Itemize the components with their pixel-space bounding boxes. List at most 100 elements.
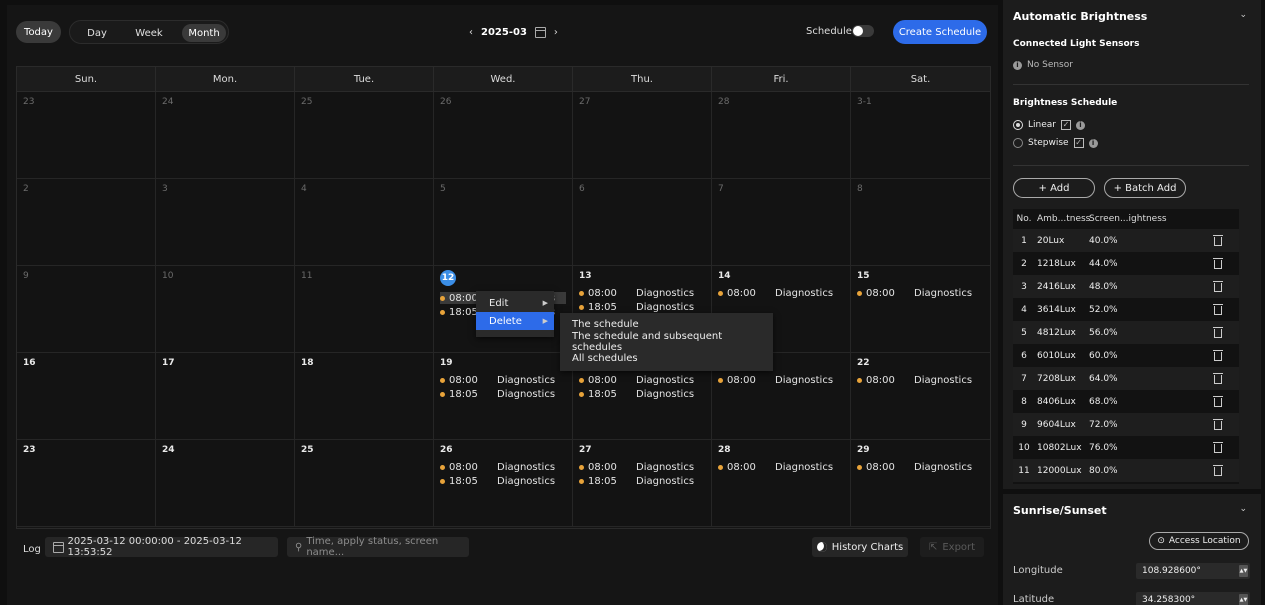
log-search-input[interactable]: ⚲ Time, apply status, screen name... [287,536,469,558]
stepwise-radio[interactable] [1013,138,1023,148]
menu-item-delete[interactable]: Delete ▶ [476,312,554,330]
day-cell[interactable]: 23 [17,92,156,179]
day-cell[interactable]: 22 08:00 Diagnostics [851,353,990,440]
sensor-status: i No Sensor [1013,60,1073,70]
schedule-event[interactable]: 08:00 Diagnostics [718,287,844,299]
day-cell[interactable]: 11 [295,266,434,353]
day-cell[interactable]: 3-1 [851,92,990,179]
weekday-0: Sun. [17,67,156,91]
edit-icon[interactable]: ✓ [1060,120,1071,130]
schedule-event[interactable]: 08:00 Diagnostics [857,461,984,473]
day-cell[interactable]: 24 [156,440,295,527]
batch-add-button[interactable]: + Batch Add [1104,178,1186,198]
calendar-icon[interactable] [534,26,546,38]
next-month-icon[interactable]: › [554,27,558,38]
schedule-event[interactable]: 18:05 Diagnostics [440,475,566,487]
schedule-toggle[interactable] [852,25,874,37]
day-cell[interactable]: 3 [156,179,295,266]
day-cell[interactable]: 27 08:00 Diagnostics 18:05 Diagnostics [573,440,712,527]
schedule-event[interactable]: 08:00 Diagnostics [579,461,705,473]
day-cell[interactable]: 15 08:00 Diagnostics [851,266,990,353]
day-cell[interactable]: 7 [712,179,851,266]
day-cell[interactable]: 26 [434,92,573,179]
today-button[interactable]: Today [16,21,61,43]
delete-row-button[interactable] [1201,327,1235,338]
event-dot-icon [579,391,584,397]
linear-option[interactable]: Linear ✓ i [1013,120,1085,130]
stepper-icon[interactable]: ▲▼ [1239,594,1248,605]
day-cell[interactable]: 10 [156,266,295,353]
event-time: 08:00 [866,374,895,386]
collapse-icon[interactable]: ⌄ [1239,10,1247,20]
day-cell[interactable]: 17 [156,353,295,440]
delete-row-button[interactable] [1201,465,1235,476]
view-day-button[interactable]: Day [76,24,118,42]
row-screen: 60.0% [1089,350,1118,361]
linear-radio[interactable] [1013,120,1023,130]
delete-row-button[interactable] [1201,235,1235,246]
schedule-event[interactable]: 08:00 Diagnostics [857,287,984,299]
stepper-icon[interactable]: ▲▼ [1239,565,1248,577]
moon-icon [816,542,827,552]
create-schedule-button[interactable]: Create Schedule [893,20,987,44]
trash-icon [1213,373,1223,384]
delete-row-button[interactable] [1201,396,1235,407]
day-cell[interactable]: 8 [851,179,990,266]
log-date-range[interactable]: 2025-03-12 00:00:00 - 2025-03-12 13:53:5… [45,536,278,558]
event-dot-icon [579,377,584,383]
day-cell[interactable]: 4 [295,179,434,266]
day-cell[interactable]: 27 [573,92,712,179]
longitude-field[interactable]: 108.928600° ▲▼ [1136,563,1250,579]
schedule-event[interactable]: 08:00 Diagnostics [857,374,984,386]
delete-row-button[interactable] [1201,442,1235,453]
day-cell[interactable]: 19 08:00 Diagnostics 18:05 Diagnostics [434,353,573,440]
day-cell[interactable]: 25 [295,440,434,527]
day-number: 6 [579,184,585,194]
delete-subsequent-schedules[interactable]: The schedule and subsequent schedules [560,331,773,353]
day-cell[interactable]: 9 [17,266,156,353]
access-location-button[interactable]: ⊙ Access Location [1149,532,1249,550]
schedule-event[interactable]: 18:05 Diagnostics [579,301,705,313]
day-cell[interactable]: 23 [17,440,156,527]
view-month-button[interactable]: Month [182,24,226,42]
row-no: 9 [1021,419,1027,430]
day-cell[interactable]: 6 [573,179,712,266]
day-cell[interactable]: 28 [712,92,851,179]
schedule-event[interactable]: 08:00 Diagnostics [579,287,705,299]
latitude-field[interactable]: 34.258300° ▲▼ [1136,592,1250,605]
day-number: 27 [579,445,592,455]
day-cell[interactable]: 24 [156,92,295,179]
delete-row-button[interactable] [1201,373,1235,384]
day-cell[interactable]: 28 08:00 Diagnostics [712,440,851,527]
delete-row-button[interactable] [1201,304,1235,315]
schedule-event[interactable]: 18:05 Diagnostics [440,388,566,400]
delete-row-button[interactable] [1201,281,1235,292]
schedule-event[interactable]: 08:00 Diagnostics [440,374,566,386]
schedule-event[interactable]: 08:00 Diagnostics [579,374,705,386]
delete-row-button[interactable] [1201,258,1235,269]
day-cell[interactable]: 26 08:00 Diagnostics 18:05 Diagnostics [434,440,573,527]
edit-icon[interactable]: ✓ [1073,138,1084,148]
add-button[interactable]: + Add [1013,178,1095,198]
view-week-button[interactable]: Week [128,24,170,42]
schedule-event[interactable]: 08:00 Diagnostics [440,461,566,473]
day-cell[interactable]: 5 [434,179,573,266]
schedule-event[interactable]: 18:05 Diagnostics [579,475,705,487]
day-cell[interactable]: 29 08:00 Diagnostics [851,440,990,527]
delete-all-schedules[interactable]: All schedules [560,350,773,367]
menu-item-edit[interactable]: Edit ▶ [476,294,554,312]
export-button[interactable]: ⇱ Export [920,537,984,557]
prev-month-icon[interactable]: ‹ [469,27,473,38]
delete-row-button[interactable] [1201,419,1235,430]
delete-row-button[interactable] [1201,350,1235,361]
stepwise-option[interactable]: Stepwise ✓ i [1013,138,1098,148]
history-charts-button[interactable]: History Charts [812,537,908,557]
day-cell[interactable]: 18 [295,353,434,440]
day-cell[interactable]: 2 [17,179,156,266]
schedule-event[interactable]: 08:00 Diagnostics [718,374,844,386]
day-cell[interactable]: 25 [295,92,434,179]
day-cell[interactable]: 16 [17,353,156,440]
schedule-event[interactable]: 08:00 Diagnostics [718,461,844,473]
schedule-event[interactable]: 18:05 Diagnostics [579,388,705,400]
collapse-icon[interactable]: ⌄ [1239,504,1247,514]
